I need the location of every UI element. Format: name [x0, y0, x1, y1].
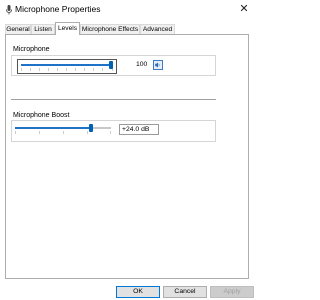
speaker-icon [155, 62, 160, 68]
microphone-value: 100 [136, 61, 148, 68]
tab-levels[interactable]: Levels [55, 22, 80, 35]
window-title: Microphone Properties [15, 4, 101, 14]
apply-button[interactable]: Apply [210, 286, 254, 298]
levels-panel: Microphone 100 Microphone Boost +24.0 dB [5, 34, 249, 279]
boost-slider-thumb[interactable] [88, 124, 93, 132]
microphone-slider-fill [21, 64, 111, 66]
microphone-label: Microphone [13, 46, 50, 53]
close-button[interactable]: ✕ [236, 2, 252, 17]
microphone-slider-thumb[interactable] [109, 61, 113, 69]
microphone-boost-label: Microphone Boost [13, 112, 70, 119]
microphone-slider-ticks [21, 68, 113, 71]
cancel-button[interactable]: Cancel [163, 286, 207, 298]
microphone-icon [6, 5, 12, 15]
section-separator [11, 99, 216, 100]
boost-value-field: +24.0 dB [119, 124, 159, 135]
boost-slider-ticks [15, 131, 111, 134]
tab-microphone-effects[interactable]: Microphone Effects [80, 24, 140, 34]
tab-listen[interactable]: Listen [31, 24, 55, 34]
tab-general[interactable]: General [5, 24, 31, 34]
tab-advanced[interactable]: Advanced [140, 24, 175, 34]
boost-slider-fill [15, 127, 91, 129]
mute-button[interactable] [153, 60, 163, 70]
title-bar: Microphone Properties ✕ [0, 0, 256, 20]
ok-button[interactable]: OK [116, 286, 160, 298]
microphone-slider-focus [17, 59, 117, 74]
